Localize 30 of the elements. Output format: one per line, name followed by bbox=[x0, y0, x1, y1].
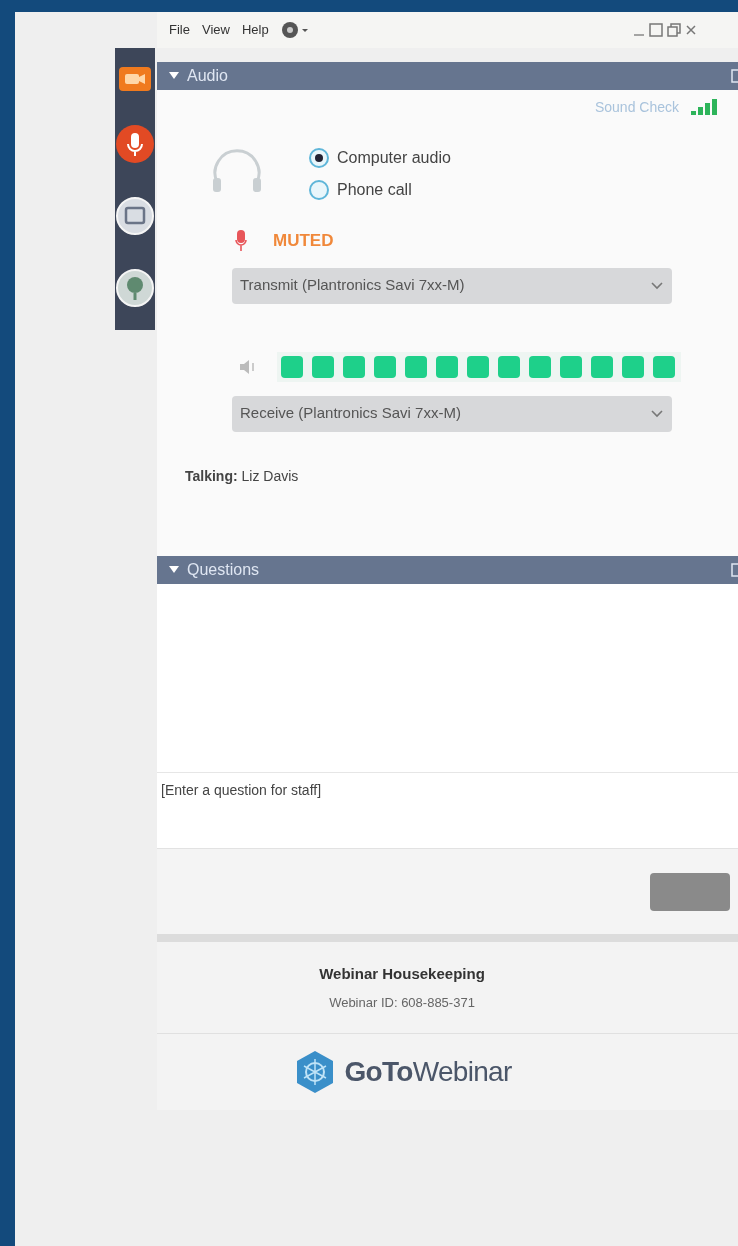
chevron-down-icon bbox=[650, 408, 664, 419]
mute-status: MUTED bbox=[273, 230, 334, 252]
menu-item[interactable]: Help bbox=[241, 20, 269, 40]
radio-button[interactable] bbox=[309, 180, 329, 200]
brand-logo: GoToWebinar bbox=[344, 1055, 512, 1089]
housekeeping-title: Webinar Housekeeping bbox=[319, 963, 485, 984]
radio-label[interactable]: Phone call bbox=[337, 178, 412, 202]
radio-label[interactable]: Computer audio bbox=[337, 146, 451, 170]
options-dropdown-icon[interactable] bbox=[280, 21, 311, 39]
signal-bars-icon bbox=[691, 99, 717, 115]
screen-icon[interactable] bbox=[115, 196, 155, 236]
collapse-triangle-icon bbox=[169, 72, 179, 80]
questions-header[interactable]: Questions bbox=[157, 556, 738, 584]
talking-status: Talking: Liz Davis bbox=[184, 466, 300, 486]
radio-button[interactable] bbox=[309, 148, 329, 168]
microphone-icon[interactable] bbox=[115, 124, 155, 164]
close-icon[interactable] bbox=[685, 23, 697, 37]
camera-icon[interactable] bbox=[118, 66, 152, 92]
maximize-icon[interactable] bbox=[649, 23, 663, 37]
webinar-id: Webinar ID: 608-885-371 bbox=[329, 994, 475, 1012]
menu-item[interactable]: File bbox=[169, 20, 190, 40]
audio-header[interactable]: Audio bbox=[157, 62, 738, 90]
collapse-triangle-icon bbox=[169, 566, 179, 574]
chevron-down-icon bbox=[650, 280, 664, 291]
restore-icon[interactable] bbox=[667, 23, 681, 37]
menu-item[interactable]: View bbox=[201, 20, 230, 40]
transmit-dropdown[interactable]: Transmit (Plantronics Savi 7xx-M) bbox=[232, 267, 672, 304]
receive-dropdown[interactable]: Receive (Plantronics Savi 7xx-M) bbox=[232, 395, 672, 432]
question-input[interactable]: [Enter a question for staff] bbox=[157, 772, 738, 848]
send-button[interactable] bbox=[650, 872, 730, 911]
